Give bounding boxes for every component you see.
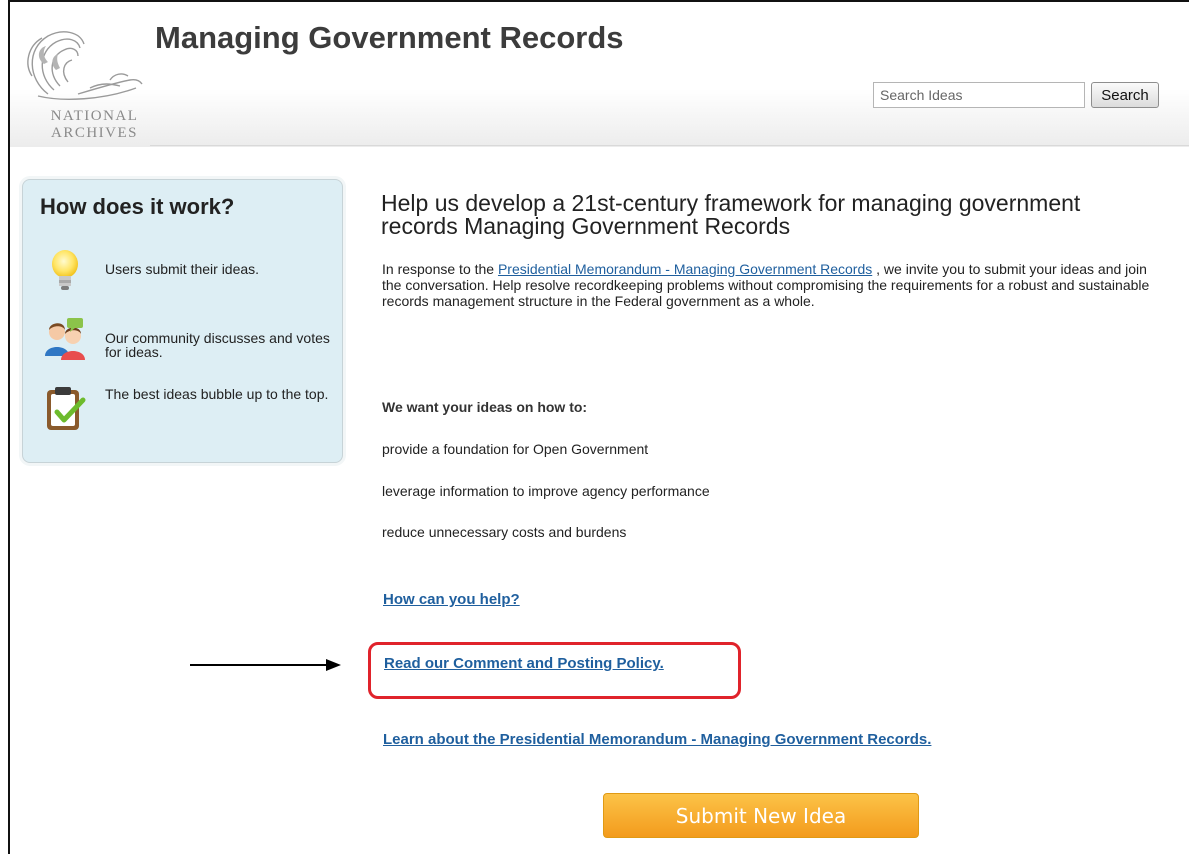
presidential-memorandum-link[interactable]: Presidential Memorandum - Managing Gover…	[498, 261, 872, 277]
lightbulb-icon	[52, 250, 78, 290]
step-submit-text: Users submit their ideas.	[105, 261, 260, 277]
how-it-works-title: How does it work?	[40, 194, 235, 219]
how-it-works-panel: How does it work? Users submit their ide…	[22, 179, 343, 463]
arrow-right-icon	[190, 659, 341, 671]
submit-new-idea-button[interactable]: Submit New Idea	[603, 793, 919, 838]
intro-paragraph: In response to the Presidential Memorand…	[382, 261, 1162, 309]
step-discuss-text: Our community discusses and votes for id…	[105, 330, 330, 360]
header-divider	[150, 145, 1189, 146]
step-bubble-up-text: The best ideas bubble up to the top.	[105, 386, 329, 402]
logo-text-archives: ARCHIVES	[50, 125, 138, 141]
search-button[interactable]: Search	[1091, 82, 1159, 108]
how-can-you-help-link[interactable]: How can you help?	[383, 591, 520, 608]
community-icon	[45, 318, 85, 360]
search-input[interactable]	[873, 82, 1085, 108]
learn-memorandum-link[interactable]: Learn about the Presidential Memorandum …	[383, 731, 931, 748]
comment-posting-policy-link[interactable]: Read our Comment and Posting Policy.	[384, 655, 664, 672]
eagle-wave-icon	[27, 31, 143, 100]
intro-text-before: In response to the	[382, 261, 498, 277]
page-title: Managing Government Records	[155, 20, 624, 55]
main-heading: Help us develop a 21st-century framework…	[381, 190, 1081, 239]
logo-text-national: NATIONAL	[50, 108, 139, 124]
clipboard-check-icon	[47, 387, 86, 430]
ideas-heading: We want your ideas on how to:	[382, 399, 588, 415]
idea-item-agency-performance: leverage information to improve agency p…	[382, 483, 710, 499]
idea-item-open-government: provide a foundation for Open Government	[382, 441, 649, 457]
national-archives-logo[interactable]: NATIONAL ARCHIVES	[18, 24, 148, 148]
idea-item-reduce-costs: reduce unnecessary costs and burdens	[382, 524, 627, 540]
